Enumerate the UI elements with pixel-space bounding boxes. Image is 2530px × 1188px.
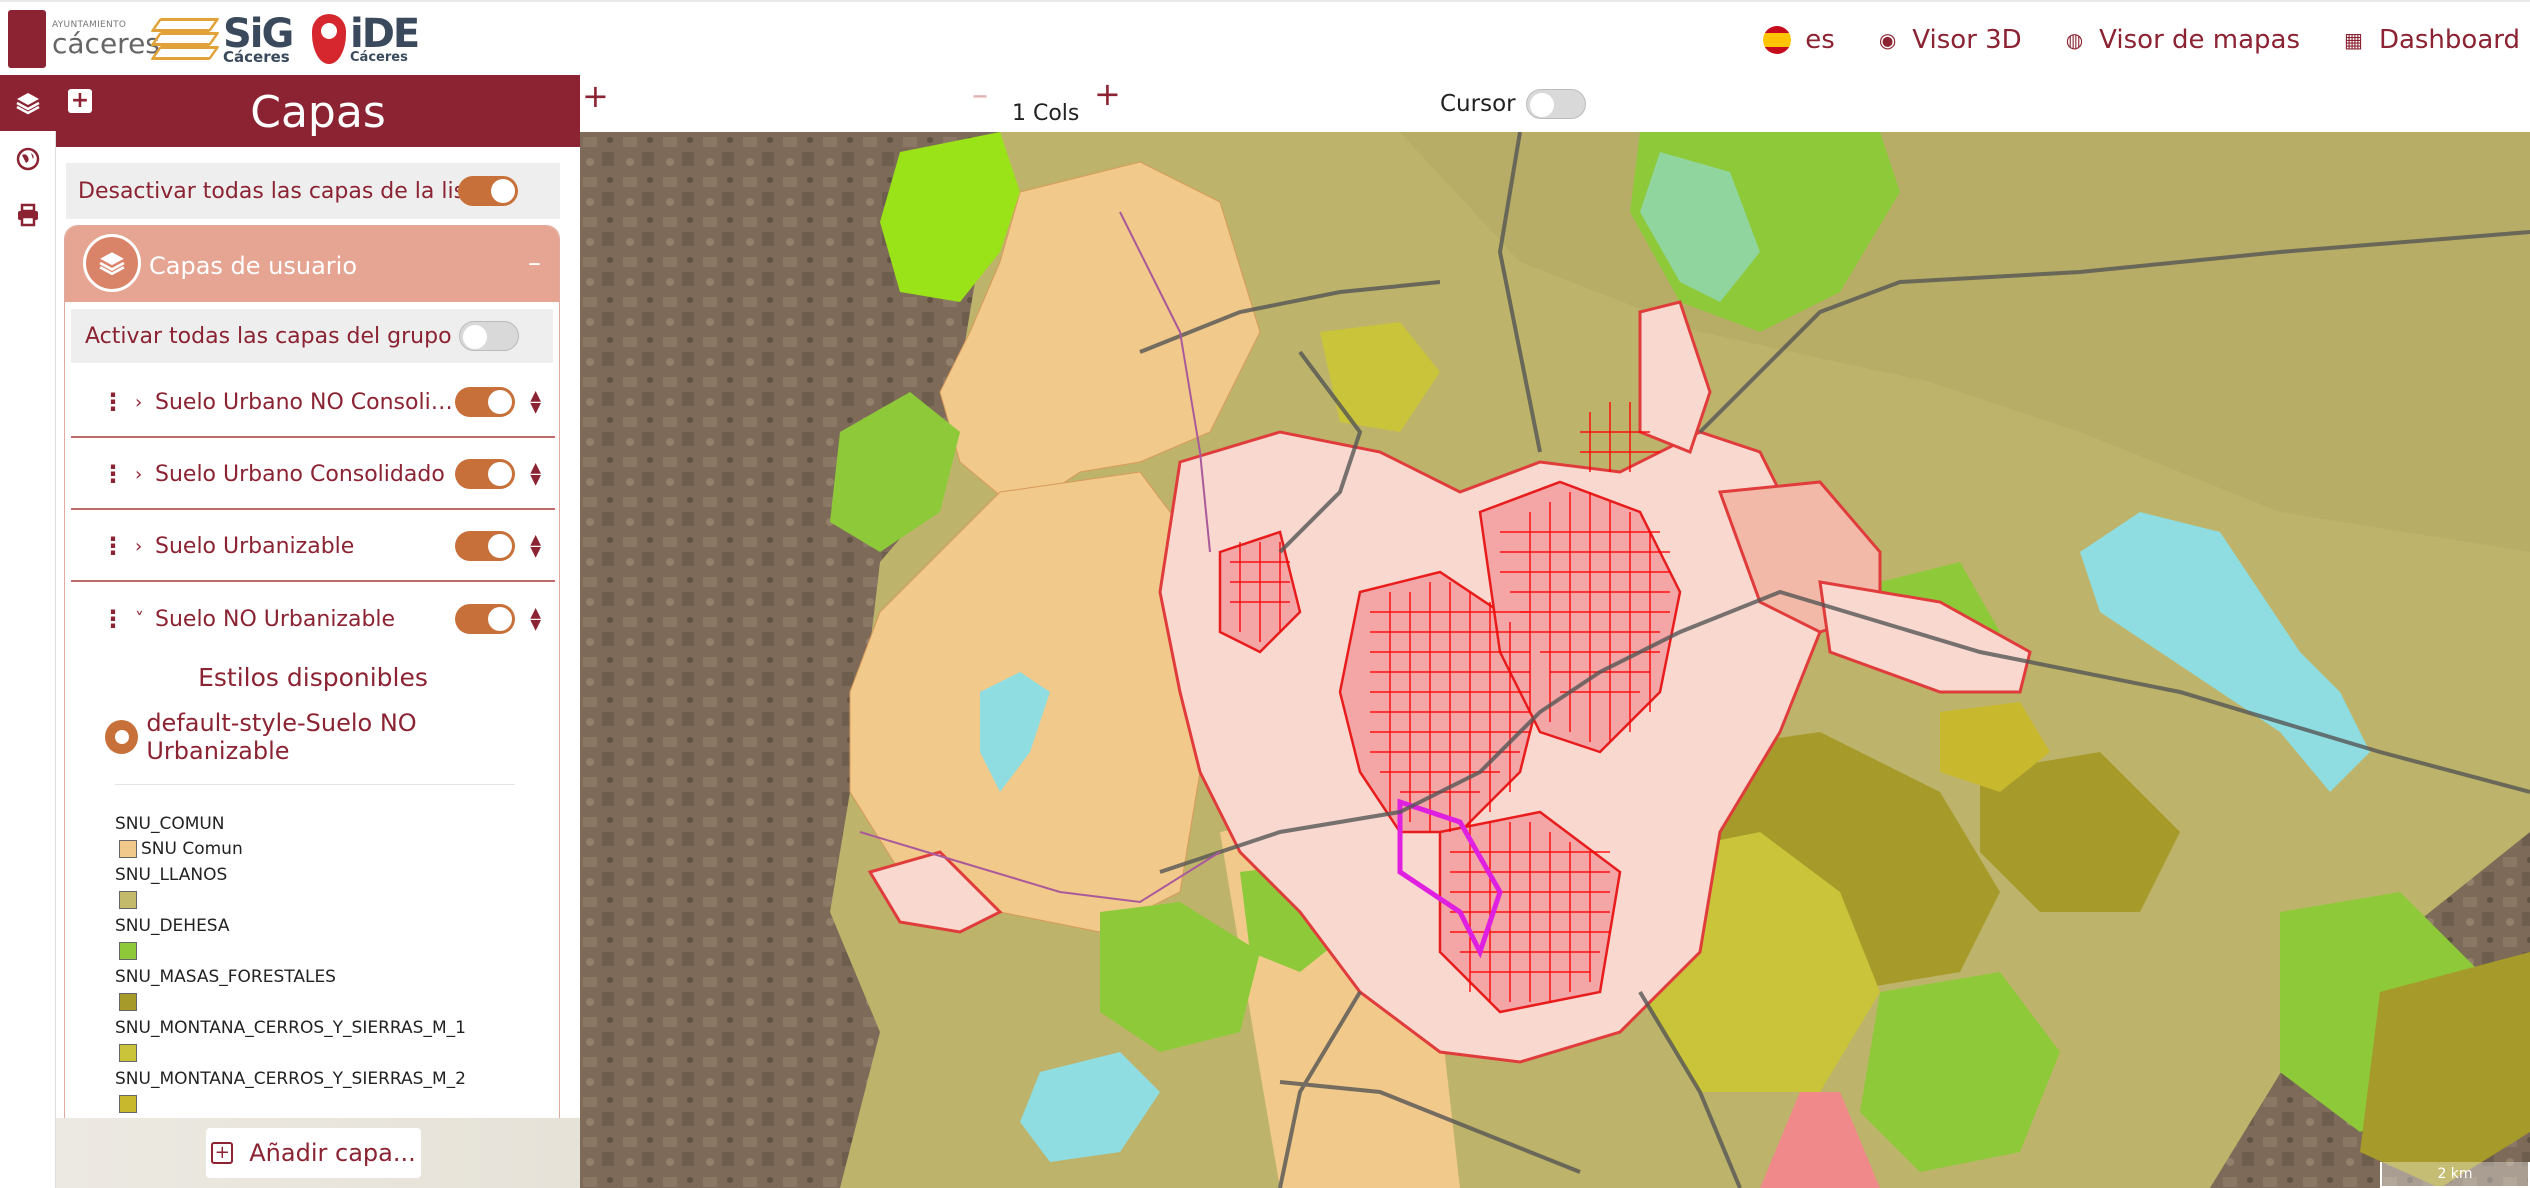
table-icon: ▦ xyxy=(2344,27,2363,52)
layer-visibility-toggle[interactable] xyxy=(455,531,515,561)
cursor-toggle[interactable] xyxy=(1525,89,1586,119)
radio-selected-icon[interactable] xyxy=(105,720,139,754)
layers-icon xyxy=(83,234,141,292)
legend: SNU_COMUN SNU Comun SNU_LLANOS SNU_DEHES… xyxy=(115,811,466,1117)
print-icon[interactable] xyxy=(0,187,56,243)
city-shield-icon xyxy=(8,10,46,68)
top-nav: es ◉ Visor 3D ◍ Visor de mapas ▦ Dashboa… xyxy=(1719,2,2530,77)
layer-item[interactable]: ⋮ › Suelo Urbano Consolidado ▲ ▼ xyxy=(71,440,555,510)
ide-logo[interactable]: iDE Cáceres xyxy=(312,10,420,68)
map-pin-icon xyxy=(312,14,346,64)
legend-group-label: SNU_COMUN xyxy=(115,813,225,834)
globe-icon: ◍ xyxy=(2065,27,2084,52)
nav-visor-mapas-label: Visor de mapas xyxy=(2099,24,2301,55)
drag-handle-icon[interactable]: ⋮ xyxy=(101,388,125,416)
columns-count: 1 Cols xyxy=(1012,101,1080,126)
layer-visibility-toggle[interactable] xyxy=(455,387,515,417)
activate-all-toggle[interactable] xyxy=(459,321,519,351)
language-selector[interactable]: es xyxy=(1763,25,1835,55)
divider xyxy=(115,784,515,785)
legend-group-label: SNU_LLANOS xyxy=(115,864,228,885)
legend-group-label: SNU_DEHESA xyxy=(115,915,230,936)
legend-swatch xyxy=(119,942,137,960)
group-title: Capas de usuario xyxy=(149,252,358,280)
eye-icon: ◉ xyxy=(1878,27,1897,52)
sig-logo-subtext: Cáceres xyxy=(223,47,290,66)
sig-logo[interactable]: SiG Cáceres xyxy=(150,10,294,68)
style-option-label: default-style-Suelo NO Urbanizable xyxy=(146,709,417,765)
legend-swatch xyxy=(119,891,137,909)
legend-group-label: SNU_MONTANA_CERROS_Y_SIERRAS_M_1 xyxy=(115,1017,466,1038)
cursor-control: Cursor xyxy=(1440,89,1586,119)
activate-all-row: Activar todas las capas del grupo xyxy=(71,309,553,363)
legend-group-label: SNU_MONTANA_CERROS_Y_SIERRAS_M_2 xyxy=(115,1068,466,1089)
add-layer-button[interactable]: + Añadir capa... xyxy=(206,1128,421,1178)
chevron-down-icon[interactable]: ˅ xyxy=(135,609,144,630)
layers-icon[interactable] xyxy=(0,75,56,131)
nav-visor-3d-label: Visor 3D xyxy=(1912,24,2022,55)
map-canvas[interactable] xyxy=(580,132,2530,1188)
deactivate-all-label: Desactivar todas las capas de la lista xyxy=(78,178,488,204)
nav-visor-3d[interactable]: ◉ Visor 3D xyxy=(1879,25,2022,55)
style-option[interactable]: default-style-Suelo NO Urbanizable xyxy=(105,709,559,765)
add-column-icon[interactable]: + xyxy=(1094,75,1121,113)
panel-title: Capas xyxy=(250,87,386,138)
panel-header: + Capas xyxy=(56,75,580,147)
deactivate-all-row: Desactivar todas las capas de la lista xyxy=(66,163,560,219)
layer-name: Suelo NO Urbanizable xyxy=(155,606,396,632)
collapse-icon[interactable]: – xyxy=(528,248,541,278)
group-header[interactable]: Capas de usuario – xyxy=(65,226,559,302)
layer-name: Suelo Urbano Consolidado xyxy=(155,461,445,487)
top-header: AYUNTAMIENTO cáceres SiG Cáceres iDE Các… xyxy=(0,0,2530,75)
logo-text: cáceres xyxy=(52,26,160,60)
legend-item-label: SNU Comun xyxy=(141,839,243,859)
layer-visibility-toggle[interactable] xyxy=(455,459,515,489)
layer-name: Suelo Urbano NO Consolid... xyxy=(155,389,455,415)
sig-layers-icon xyxy=(150,14,220,64)
nav-visor-mapas[interactable]: ◍ Visor de mapas xyxy=(2066,25,2300,55)
layer-item[interactable]: ⋮ › Suelo Urbanizable ▲ ▼ xyxy=(71,512,555,582)
tool-sidebar xyxy=(0,75,56,1188)
remove-column-icon[interactable]: – xyxy=(972,75,988,113)
map-view[interactable]: 2 km xyxy=(580,132,2530,1188)
sort-arrows-icon[interactable]: ▲ ▼ xyxy=(530,389,541,415)
legend-swatch xyxy=(119,840,137,858)
cursor-label: Cursor xyxy=(1440,91,1516,117)
scale-bar: 2 km xyxy=(2380,1162,2530,1188)
map-toolbar: + – 1 Cols + Cursor xyxy=(580,75,2530,132)
layer-name: Suelo Urbanizable xyxy=(155,533,355,559)
drag-handle-icon[interactable]: ⋮ xyxy=(101,532,125,560)
chevron-right-icon[interactable]: › xyxy=(135,464,142,485)
add-layer-label: Añadir capa... xyxy=(249,1139,416,1167)
spain-flag-icon xyxy=(1763,25,1792,54)
expand-panel-icon[interactable]: + xyxy=(582,77,609,115)
add-layer-bar: + Añadir capa... xyxy=(56,1118,580,1188)
styles-title: Estilos disponibles xyxy=(198,663,428,692)
legend-swatch xyxy=(119,993,137,1011)
layer-visibility-toggle[interactable] xyxy=(455,604,515,634)
plus-square-icon: + xyxy=(211,1142,234,1164)
legend-swatch xyxy=(119,1044,137,1062)
chevron-right-icon[interactable]: › xyxy=(135,536,142,557)
legend-group-label: SNU_MASAS_FORESTALES xyxy=(115,966,336,987)
ayuntamiento-logo[interactable]: AYUNTAMIENTO cáceres xyxy=(8,10,160,68)
drag-handle-icon[interactable]: ⋮ xyxy=(101,605,125,633)
nav-dashboard[interactable]: ▦ Dashboard xyxy=(2344,25,2520,55)
drag-handle-icon[interactable]: ⋮ xyxy=(101,460,125,488)
globe-icon[interactable] xyxy=(0,131,56,187)
activate-all-label: Activar todas las capas del grupo xyxy=(85,323,452,349)
user-layers-group: Capas de usuario – Activar todas las cap… xyxy=(64,225,560,1188)
deactivate-all-toggle[interactable] xyxy=(458,176,518,206)
layers-panel: + Capas Desactivar todas las capas de la… xyxy=(56,75,580,1188)
layer-item[interactable]: ⋮ ˅ Suelo NO Urbanizable ▲ ▼ xyxy=(71,584,555,654)
layer-item[interactable]: ⋮ › Suelo Urbano NO Consolid... ▲ ▼ xyxy=(71,368,555,438)
sort-arrows-icon[interactable]: ▲ ▼ xyxy=(530,606,541,632)
sort-arrows-icon[interactable]: ▲ ▼ xyxy=(530,461,541,487)
nav-dashboard-label: Dashboard xyxy=(2378,24,2520,55)
ide-logo-text: iDE xyxy=(350,11,420,57)
legend-swatch xyxy=(119,1095,137,1113)
sort-arrows-icon[interactable]: ▲ ▼ xyxy=(530,533,541,559)
chevron-right-icon[interactable]: › xyxy=(135,392,142,413)
language-label: es xyxy=(1805,24,1835,55)
